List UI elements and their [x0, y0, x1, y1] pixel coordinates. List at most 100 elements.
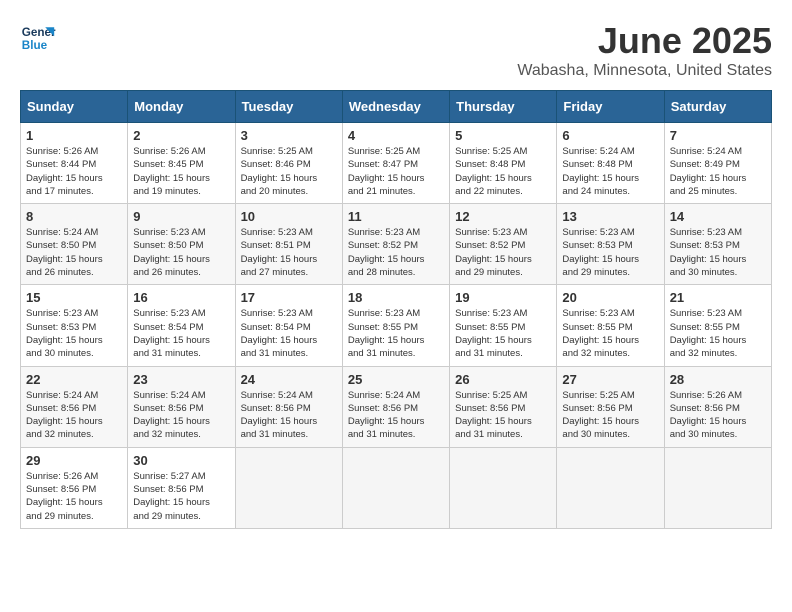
- day-number: 16: [133, 290, 229, 305]
- calendar-day-cell: 19 Sunrise: 5:23 AMSunset: 8:55 PMDayligh…: [450, 285, 557, 366]
- day-number: 22: [26, 372, 122, 387]
- calendar-week-row: 22 Sunrise: 5:24 AMSunset: 8:56 PMDayligh…: [21, 366, 772, 447]
- calendar-day-cell: 8 Sunrise: 5:24 AMSunset: 8:50 PMDaylight…: [21, 204, 128, 285]
- day-info: Sunrise: 5:23 AMSunset: 8:55 PMDaylight:…: [670, 307, 766, 360]
- calendar-week-row: 8 Sunrise: 5:24 AMSunset: 8:50 PMDaylight…: [21, 204, 772, 285]
- day-info: Sunrise: 5:25 AMSunset: 8:48 PMDaylight:…: [455, 145, 551, 198]
- day-info: Sunrise: 5:25 AMSunset: 8:47 PMDaylight:…: [348, 145, 444, 198]
- day-number: 14: [670, 209, 766, 224]
- calendar-day-cell: 27 Sunrise: 5:25 AMSunset: 8:56 PMDayligh…: [557, 366, 664, 447]
- calendar-day-cell: 9Sunrise: 5:23 AMSunset: 8:50 PMDaylight…: [128, 204, 235, 285]
- day-number: 19: [455, 290, 551, 305]
- calendar-day-cell: 10Sunrise: 5:23 AMSunset: 8:51 PMDayligh…: [235, 204, 342, 285]
- day-number: 29: [26, 453, 122, 468]
- day-number: 6: [562, 128, 658, 143]
- day-info: Sunrise: 5:26 AMSunset: 8:45 PMDaylight:…: [133, 145, 229, 198]
- location-title: Wabasha, Minnesota, United States: [517, 62, 772, 80]
- day-info: Sunrise: 5:24 AMSunset: 8:49 PMDaylight:…: [670, 145, 766, 198]
- calendar-day-cell: 24Sunrise: 5:24 AMSunset: 8:56 PMDayligh…: [235, 366, 342, 447]
- day-number: 21: [670, 290, 766, 305]
- day-number: 27: [562, 372, 658, 387]
- day-info: Sunrise: 5:24 AMSunset: 8:56 PMDaylight:…: [26, 389, 122, 442]
- day-number: 3: [241, 128, 337, 143]
- calendar-header-saturday: Saturday: [664, 91, 771, 123]
- month-title: June 2025: [517, 20, 772, 62]
- day-info: Sunrise: 5:23 AMSunset: 8:53 PMDaylight:…: [670, 226, 766, 279]
- calendar-day-cell: 17 Sunrise: 5:23 AMSunset: 8:54 PMDayligh…: [235, 285, 342, 366]
- day-info: Sunrise: 5:23 AMSunset: 8:53 PMDaylight:…: [26, 307, 122, 360]
- calendar-day-cell: 18 Sunrise: 5:23 AMSunset: 8:55 PMDayligh…: [342, 285, 449, 366]
- day-info: Sunrise: 5:25 AMSunset: 8:56 PMDaylight:…: [562, 389, 658, 442]
- day-number: 28: [670, 372, 766, 387]
- day-info: Sunrise: 5:26 AMSunset: 8:56 PMDaylight:…: [26, 470, 122, 523]
- day-info: Sunrise: 5:24 AMSunset: 8:56 PMDaylight:…: [133, 389, 229, 442]
- day-number: 8: [26, 209, 122, 224]
- calendar-day-cell: 20 Sunrise: 5:23 AMSunset: 8:55 PMDayligh…: [557, 285, 664, 366]
- day-number: 20: [562, 290, 658, 305]
- calendar-day-cell: 2 Sunrise: 5:26 AMSunset: 8:45 PMDaylight…: [128, 123, 235, 204]
- calendar-day-cell: [664, 447, 771, 528]
- day-info: Sunrise: 5:25 AMSunset: 8:46 PMDaylight:…: [241, 145, 337, 198]
- day-info: Sunrise: 5:23 AMSunset: 8:53 PMDaylight:…: [562, 226, 658, 279]
- calendar-week-row: 1 Sunrise: 5:26 AMSunset: 8:44 PMDaylight…: [21, 123, 772, 204]
- day-number: 4: [348, 128, 444, 143]
- calendar-day-cell: 11 Sunrise: 5:23 AMSunset: 8:52 PMDayligh…: [342, 204, 449, 285]
- calendar-day-cell: 23Sunrise: 5:24 AMSunset: 8:56 PMDayligh…: [128, 366, 235, 447]
- day-info: Sunrise: 5:25 AMSunset: 8:56 PMDaylight:…: [455, 389, 551, 442]
- day-number: 11: [348, 209, 444, 224]
- day-number: 18: [348, 290, 444, 305]
- day-info: Sunrise: 5:26 AMSunset: 8:44 PMDaylight:…: [26, 145, 122, 198]
- day-number: 2: [133, 128, 229, 143]
- day-info: Sunrise: 5:27 AMSunset: 8:56 PMDaylight:…: [133, 470, 229, 523]
- calendar-header-friday: Friday: [557, 91, 664, 123]
- calendar-day-cell: 21 Sunrise: 5:23 AMSunset: 8:55 PMDayligh…: [664, 285, 771, 366]
- day-info: Sunrise: 5:23 AMSunset: 8:55 PMDaylight:…: [348, 307, 444, 360]
- day-number: 17: [241, 290, 337, 305]
- calendar-day-cell: 25Sunrise: 5:24 AMSunset: 8:56 PMDayligh…: [342, 366, 449, 447]
- calendar-day-cell: 26 Sunrise: 5:25 AMSunset: 8:56 PMDayligh…: [450, 366, 557, 447]
- calendar-day-cell: 28 Sunrise: 5:26 AMSunset: 8:56 PMDayligh…: [664, 366, 771, 447]
- calendar-day-cell: [342, 447, 449, 528]
- day-info: Sunrise: 5:24 AMSunset: 8:48 PMDaylight:…: [562, 145, 658, 198]
- calendar-week-row: 29 Sunrise: 5:26 AMSunset: 8:56 PMDayligh…: [21, 447, 772, 528]
- day-info: Sunrise: 5:23 AMSunset: 8:55 PMDaylight:…: [562, 307, 658, 360]
- calendar-day-cell: 14 Sunrise: 5:23 AMSunset: 8:53 PMDayligh…: [664, 204, 771, 285]
- day-info: Sunrise: 5:23 AMSunset: 8:52 PMDaylight:…: [455, 226, 551, 279]
- day-info: Sunrise: 5:23 AMSunset: 8:54 PMDaylight:…: [133, 307, 229, 360]
- calendar-day-cell: 12 Sunrise: 5:23 AMSunset: 8:52 PMDayligh…: [450, 204, 557, 285]
- day-number: 26: [455, 372, 551, 387]
- day-number: 7: [670, 128, 766, 143]
- day-info: Sunrise: 5:23 AMSunset: 8:54 PMDaylight:…: [241, 307, 337, 360]
- day-info: Sunrise: 5:26 AMSunset: 8:56 PMDaylight:…: [670, 389, 766, 442]
- calendar-day-cell: 3 Sunrise: 5:25 AMSunset: 8:46 PMDaylight…: [235, 123, 342, 204]
- calendar-day-cell: 1 Sunrise: 5:26 AMSunset: 8:44 PMDaylight…: [21, 123, 128, 204]
- day-info: Sunrise: 5:23 AMSunset: 8:52 PMDaylight:…: [348, 226, 444, 279]
- calendar-header-tuesday: Tuesday: [235, 91, 342, 123]
- logo-icon: General Blue: [20, 20, 56, 56]
- calendar-day-cell: [450, 447, 557, 528]
- calendar-header-row: SundayMondayTuesdayWednesdayThursdayFrid…: [21, 91, 772, 123]
- page-header: General Blue June 2025 Wabasha, Minnesot…: [20, 20, 772, 80]
- calendar-day-cell: 6 Sunrise: 5:24 AMSunset: 8:48 PMDaylight…: [557, 123, 664, 204]
- day-number: 15: [26, 290, 122, 305]
- day-number: 1: [26, 128, 122, 143]
- day-number: 10: [241, 209, 337, 224]
- calendar-table: SundayMondayTuesdayWednesdayThursdayFrid…: [20, 90, 772, 529]
- day-info: Sunrise: 5:24 AMSunset: 8:50 PMDaylight:…: [26, 226, 122, 279]
- calendar-day-cell: [557, 447, 664, 528]
- calendar-header-wednesday: Wednesday: [342, 91, 449, 123]
- calendar-day-cell: 7 Sunrise: 5:24 AMSunset: 8:49 PMDaylight…: [664, 123, 771, 204]
- day-info: Sunrise: 5:23 AMSunset: 8:55 PMDaylight:…: [455, 307, 551, 360]
- day-number: 24: [241, 372, 337, 387]
- day-number: 5: [455, 128, 551, 143]
- title-area: June 2025 Wabasha, Minnesota, United Sta…: [517, 20, 772, 80]
- calendar-day-cell: 22 Sunrise: 5:24 AMSunset: 8:56 PMDayligh…: [21, 366, 128, 447]
- day-number: 30: [133, 453, 229, 468]
- calendar-day-cell: 16 Sunrise: 5:23 AMSunset: 8:54 PMDayligh…: [128, 285, 235, 366]
- day-number: 9: [133, 209, 229, 224]
- day-number: 13: [562, 209, 658, 224]
- calendar-day-cell: 4 Sunrise: 5:25 AMSunset: 8:47 PMDaylight…: [342, 123, 449, 204]
- day-number: 12: [455, 209, 551, 224]
- calendar-day-cell: 5 Sunrise: 5:25 AMSunset: 8:48 PMDaylight…: [450, 123, 557, 204]
- calendar-day-cell: 15 Sunrise: 5:23 AMSunset: 8:53 PMDayligh…: [21, 285, 128, 366]
